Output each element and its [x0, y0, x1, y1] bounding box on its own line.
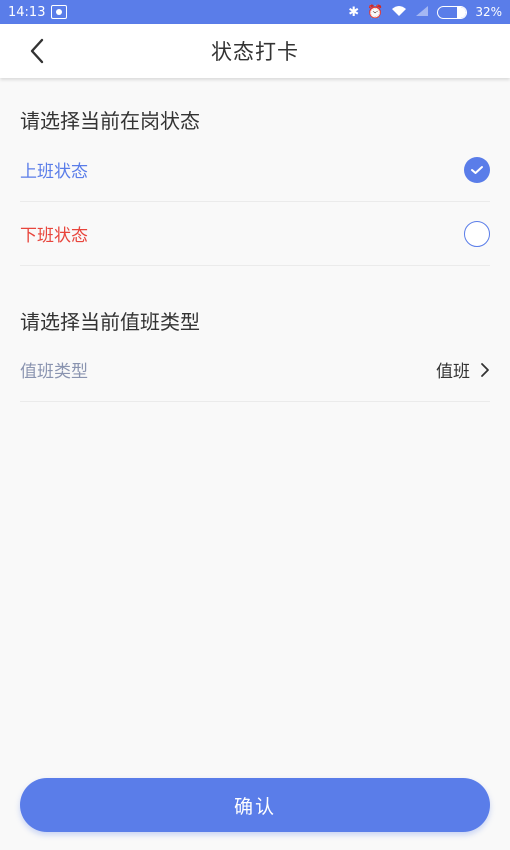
duty-type-heading: 请选择当前值班类型 — [20, 310, 200, 334]
notification-app-icon — [51, 5, 68, 19]
battery-percent: 32% — [475, 5, 502, 19]
nav-bar: 状态打卡 — [0, 24, 510, 78]
signal-icon — [415, 5, 429, 20]
radio-unchecked-icon[interactable] — [464, 220, 490, 247]
wifi-icon — [391, 5, 407, 20]
chevron-left-icon — [30, 38, 44, 64]
option-off-duty-label: 下班状态 — [20, 226, 88, 246]
confirm-button[interactable]: 确认 — [20, 778, 490, 832]
status-left: 14:13 — [8, 4, 68, 20]
duty-type-value-group: 值班 — [436, 357, 490, 382]
duty-type-row[interactable]: 值班类型 值班 — [20, 338, 490, 402]
bluetooth-icon: ✱ — [348, 4, 360, 20]
page-title: 状态打卡 — [211, 40, 299, 64]
status-bar: 14:13 ✱ ⏰ 32% — [0, 0, 510, 24]
option-on-duty[interactable]: 上班状态 — [20, 138, 490, 202]
duty-type-value: 值班 — [436, 362, 470, 382]
radio-checked-icon[interactable] — [464, 156, 490, 183]
status-time: 14:13 — [8, 4, 46, 20]
chevron-right-icon — [481, 362, 489, 377]
status-right: ✱ ⏰ 32% — [348, 5, 502, 20]
option-off-duty[interactable]: 下班状态 — [20, 202, 490, 266]
battery-icon — [437, 5, 468, 19]
duty-type-label: 值班类型 — [20, 362, 88, 382]
option-on-duty-label: 上班状态 — [20, 162, 88, 182]
check-icon — [471, 165, 483, 174]
battery-fill — [457, 6, 467, 18]
back-button[interactable] — [22, 36, 52, 66]
alarm-off-icon: ⏰ — [367, 4, 384, 20]
work-status-heading: 请选择当前在岗状态 — [20, 109, 200, 133]
